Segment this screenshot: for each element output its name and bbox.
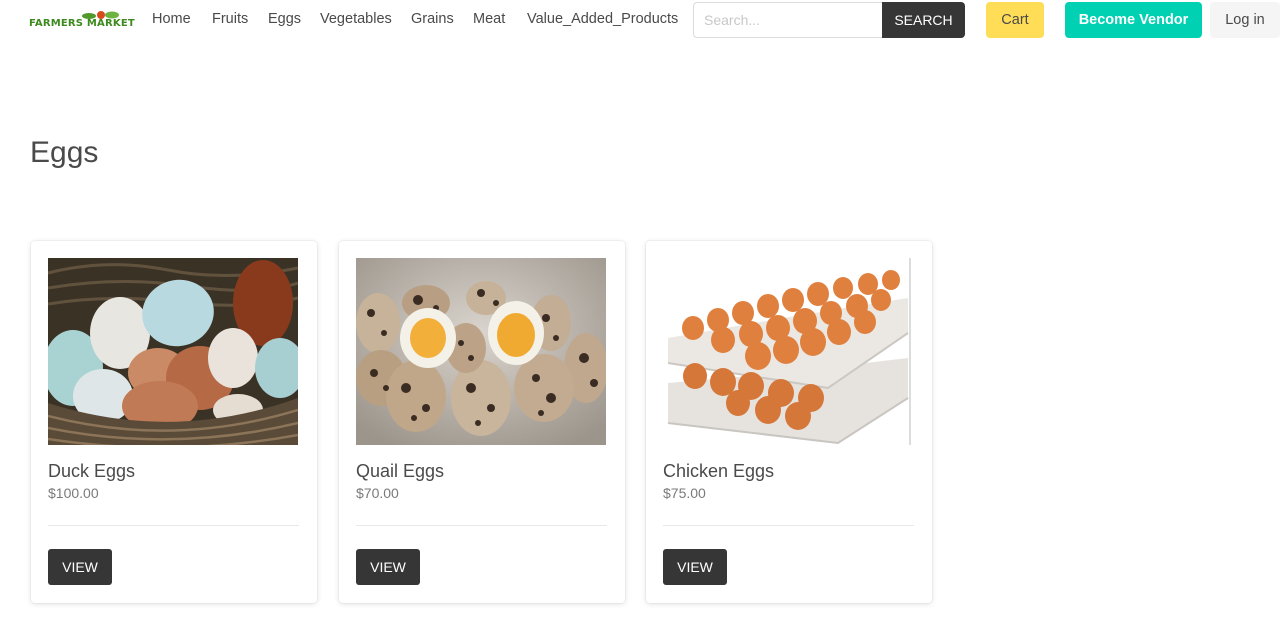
nav-fruits[interactable]: Fruits	[212, 11, 248, 27]
nav-home[interactable]: Home	[152, 11, 191, 27]
view-button[interactable]: VIEW	[356, 549, 420, 585]
view-button[interactable]: VIEW	[48, 549, 112, 585]
product-price: $70.00	[356, 485, 399, 501]
chicken-eggs-photo	[663, 258, 913, 445]
nav-eggs[interactable]: Eggs	[268, 11, 301, 27]
product-image-quail-eggs[interactable]	[356, 258, 606, 445]
nav-vegetables[interactable]: Vegetables	[320, 11, 392, 27]
become-vendor-button[interactable]: Become Vendor	[1065, 2, 1202, 38]
nav-value-added-products[interactable]: Value_Added_Products	[527, 11, 678, 27]
duck-eggs-photo	[48, 258, 298, 445]
nav-meat[interactable]: Meat	[473, 11, 505, 27]
product-price: $75.00	[663, 485, 706, 501]
nav-grains[interactable]: Grains	[411, 11, 454, 27]
view-button[interactable]: VIEW	[663, 549, 727, 585]
product-card-quail-eggs: Quail Eggs $70.00 VIEW	[339, 241, 625, 603]
search-button[interactable]: SEARCH	[882, 2, 965, 38]
product-image-duck-eggs[interactable]	[48, 258, 298, 445]
quail-eggs-photo	[356, 258, 606, 445]
product-image-chicken-eggs[interactable]	[663, 258, 913, 445]
page-title: Eggs	[30, 136, 99, 169]
product-price: $100.00	[48, 485, 99, 501]
logo-text: FARMERS MARKET	[29, 18, 135, 29]
brand-logo[interactable]: FARMERS MARKET	[29, 10, 135, 32]
cart-button[interactable]: Cart	[986, 2, 1044, 38]
product-name[interactable]: Duck Eggs	[48, 461, 135, 482]
product-name[interactable]: Quail Eggs	[356, 461, 444, 482]
card-divider	[663, 525, 914, 526]
search-input[interactable]	[693, 2, 882, 38]
product-card-duck-eggs: Duck Eggs $100.00 VIEW	[31, 241, 317, 603]
card-divider	[356, 525, 607, 526]
product-card-chicken-eggs: Chicken Eggs $75.00 VIEW	[646, 241, 932, 603]
login-button[interactable]: Log in	[1210, 2, 1280, 38]
card-divider	[48, 525, 299, 526]
navbar: FARMERS MARKET Home Fruits Eggs Vegetabl…	[0, 0, 1288, 40]
product-name[interactable]: Chicken Eggs	[663, 461, 774, 482]
